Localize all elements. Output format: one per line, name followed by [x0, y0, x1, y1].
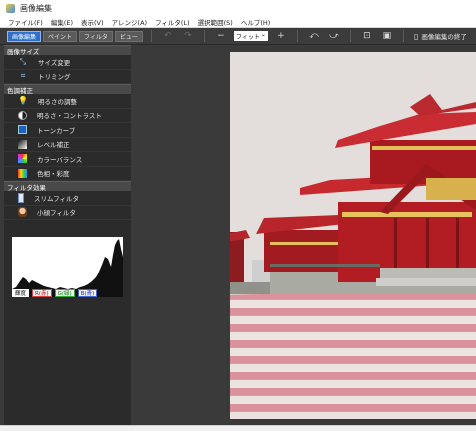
sidebar-item-color-balance[interactable]: カラーバランス — [4, 152, 131, 167]
sidebar-item-slim-filter[interactable]: スリムフィルタ — [4, 191, 131, 206]
rotate-left-icon[interactable]: ⤺ — [307, 30, 321, 42]
levels-icon — [18, 139, 27, 149]
contrast-icon — [18, 110, 27, 120]
histogram — [12, 237, 123, 297]
sidebar-item-label: 色相・彩度 — [37, 170, 70, 179]
sidebar-item-label: トリミング — [38, 73, 71, 82]
crop-icon: ⌗ — [20, 71, 26, 81]
sidebar-item-trim[interactable]: ⌗ トリミング — [4, 70, 131, 84]
tab-paint[interactable]: ペイント — [43, 30, 78, 42]
menu-bar: ファイル(F) 編集(E) 表示(V) アレンジ(A) フィルタ(L) 選択範囲… — [0, 16, 476, 28]
fit-window-icon[interactable]: ⊡ — [360, 30, 374, 42]
redo-icon[interactable]: ↷ — [181, 30, 195, 42]
section-filter-effects: フィルタ効果 — [4, 181, 131, 192]
sidebar: 画像サイズ ⤡ サイズ変更 ⌗ トリミング 色調補正 💡 明るさの調整 明るさ・… — [4, 45, 131, 425]
exit-image-edit-button[interactable]: ▯ 画像編集の終了 — [413, 31, 467, 42]
sidebar-item-label: レベル補正 — [37, 141, 70, 150]
lightbulb-icon: 💡 — [18, 95, 28, 105]
toolbar-divider — [402, 30, 404, 42]
save-image-icon[interactable]: ▣ — [380, 30, 394, 42]
sidebar-item-label: カラーバランス — [37, 155, 83, 164]
exit-label: 画像編集の終了 — [421, 33, 467, 41]
toolbar-divider — [203, 30, 205, 42]
menu-edit[interactable]: 編集(E) — [47, 17, 77, 27]
sidebar-item-label: サイズ変更 — [38, 58, 71, 67]
hue-saturation-icon — [18, 168, 27, 178]
menu-help[interactable]: ヘルプ(H) — [237, 17, 274, 27]
tab-filter[interactable]: フィルタ — [79, 30, 113, 42]
sidebar-item-brightness[interactable]: 💡 明るさの調整 — [4, 94, 131, 109]
sidebar-item-label: 明るさの調整 — [38, 97, 77, 106]
section-color-correction: 色調補正 — [4, 84, 131, 95]
slim-filter-icon — [18, 192, 24, 203]
zoom-select[interactable]: フィット ⌄ — [233, 31, 268, 41]
toolbar-divider — [296, 30, 298, 42]
color-balance-icon — [18, 154, 27, 164]
menu-file[interactable]: ファイル(F) — [4, 17, 47, 27]
window-titlebar: 画像編集 — [0, 0, 476, 16]
image-canvas[interactable] — [131, 45, 476, 425]
sidebar-item-resize[interactable]: ⤡ サイズ変更 — [4, 55, 131, 70]
exit-icon: ▯ — [413, 31, 419, 41]
window-title: 画像編集 — [20, 3, 52, 13]
photo-shuri-castle — [230, 52, 476, 419]
histogram-tab-blue[interactable]: B(青) — [77, 289, 98, 297]
sidebar-item-brightness-contrast[interactable]: 明るさ・コントラスト — [4, 109, 131, 123]
undo-icon[interactable]: ↶ — [161, 30, 175, 42]
sidebar-item-face-filter[interactable]: 小顔フィルタ — [4, 206, 131, 220]
sidebar-item-label: トーンカーブ — [37, 126, 76, 135]
zoom-out-icon[interactable]: − — [214, 30, 228, 42]
histogram-channel-tabs: 輝度 R(赤) G(緑) B(青) — [12, 289, 100, 297]
zoom-in-icon[interactable]: + — [274, 30, 288, 42]
menu-arrange[interactable]: アレンジ(A) — [108, 17, 152, 27]
menu-selection[interactable]: 選択範囲(S) — [194, 17, 237, 27]
histogram-graph — [12, 239, 123, 297]
menu-filter[interactable]: フィルタ(L) — [151, 17, 194, 27]
resize-icon: ⤡ — [19, 56, 27, 66]
status-bar — [0, 425, 476, 431]
histogram-tab-luminance[interactable]: 輝度 — [12, 289, 30, 297]
sidebar-item-label: 小顔フィルタ — [37, 209, 76, 218]
sidebar-item-hue-saturation[interactable]: 色相・彩度 — [4, 167, 131, 181]
toolbar: 画像編集 ペイント フィルタ ビュー ↶ ↷ − フィット ⌄ + ⤺ ⤻ ⊡ … — [0, 28, 476, 45]
sidebar-item-label: 明るさ・コントラスト — [37, 112, 102, 121]
zoom-value: フィット — [235, 33, 260, 41]
photo-preview[interactable] — [230, 52, 476, 419]
sidebar-item-levels[interactable]: レベル補正 — [4, 138, 131, 152]
app-icon — [6, 3, 15, 13]
histogram-tab-red[interactable]: R(赤) — [32, 289, 52, 297]
histogram-tab-green[interactable]: G(緑) — [54, 289, 75, 297]
toolbar-divider — [150, 30, 152, 42]
chevron-down-icon: ⌄ — [260, 31, 266, 38]
face-filter-icon — [18, 207, 27, 218]
sidebar-item-tone-curve[interactable]: トーンカーブ — [4, 123, 131, 138]
tone-curve-icon — [18, 125, 27, 135]
sidebar-item-label: スリムフィルタ — [34, 194, 79, 203]
toolbar-divider — [349, 30, 351, 42]
tab-image-edit[interactable]: 画像編集 — [7, 30, 42, 42]
tab-view[interactable]: ビュー — [114, 30, 143, 42]
rotate-right-icon[interactable]: ⤻ — [327, 30, 341, 42]
section-image-size: 画像サイズ — [4, 45, 131, 56]
menu-view[interactable]: 表示(V) — [77, 17, 108, 27]
